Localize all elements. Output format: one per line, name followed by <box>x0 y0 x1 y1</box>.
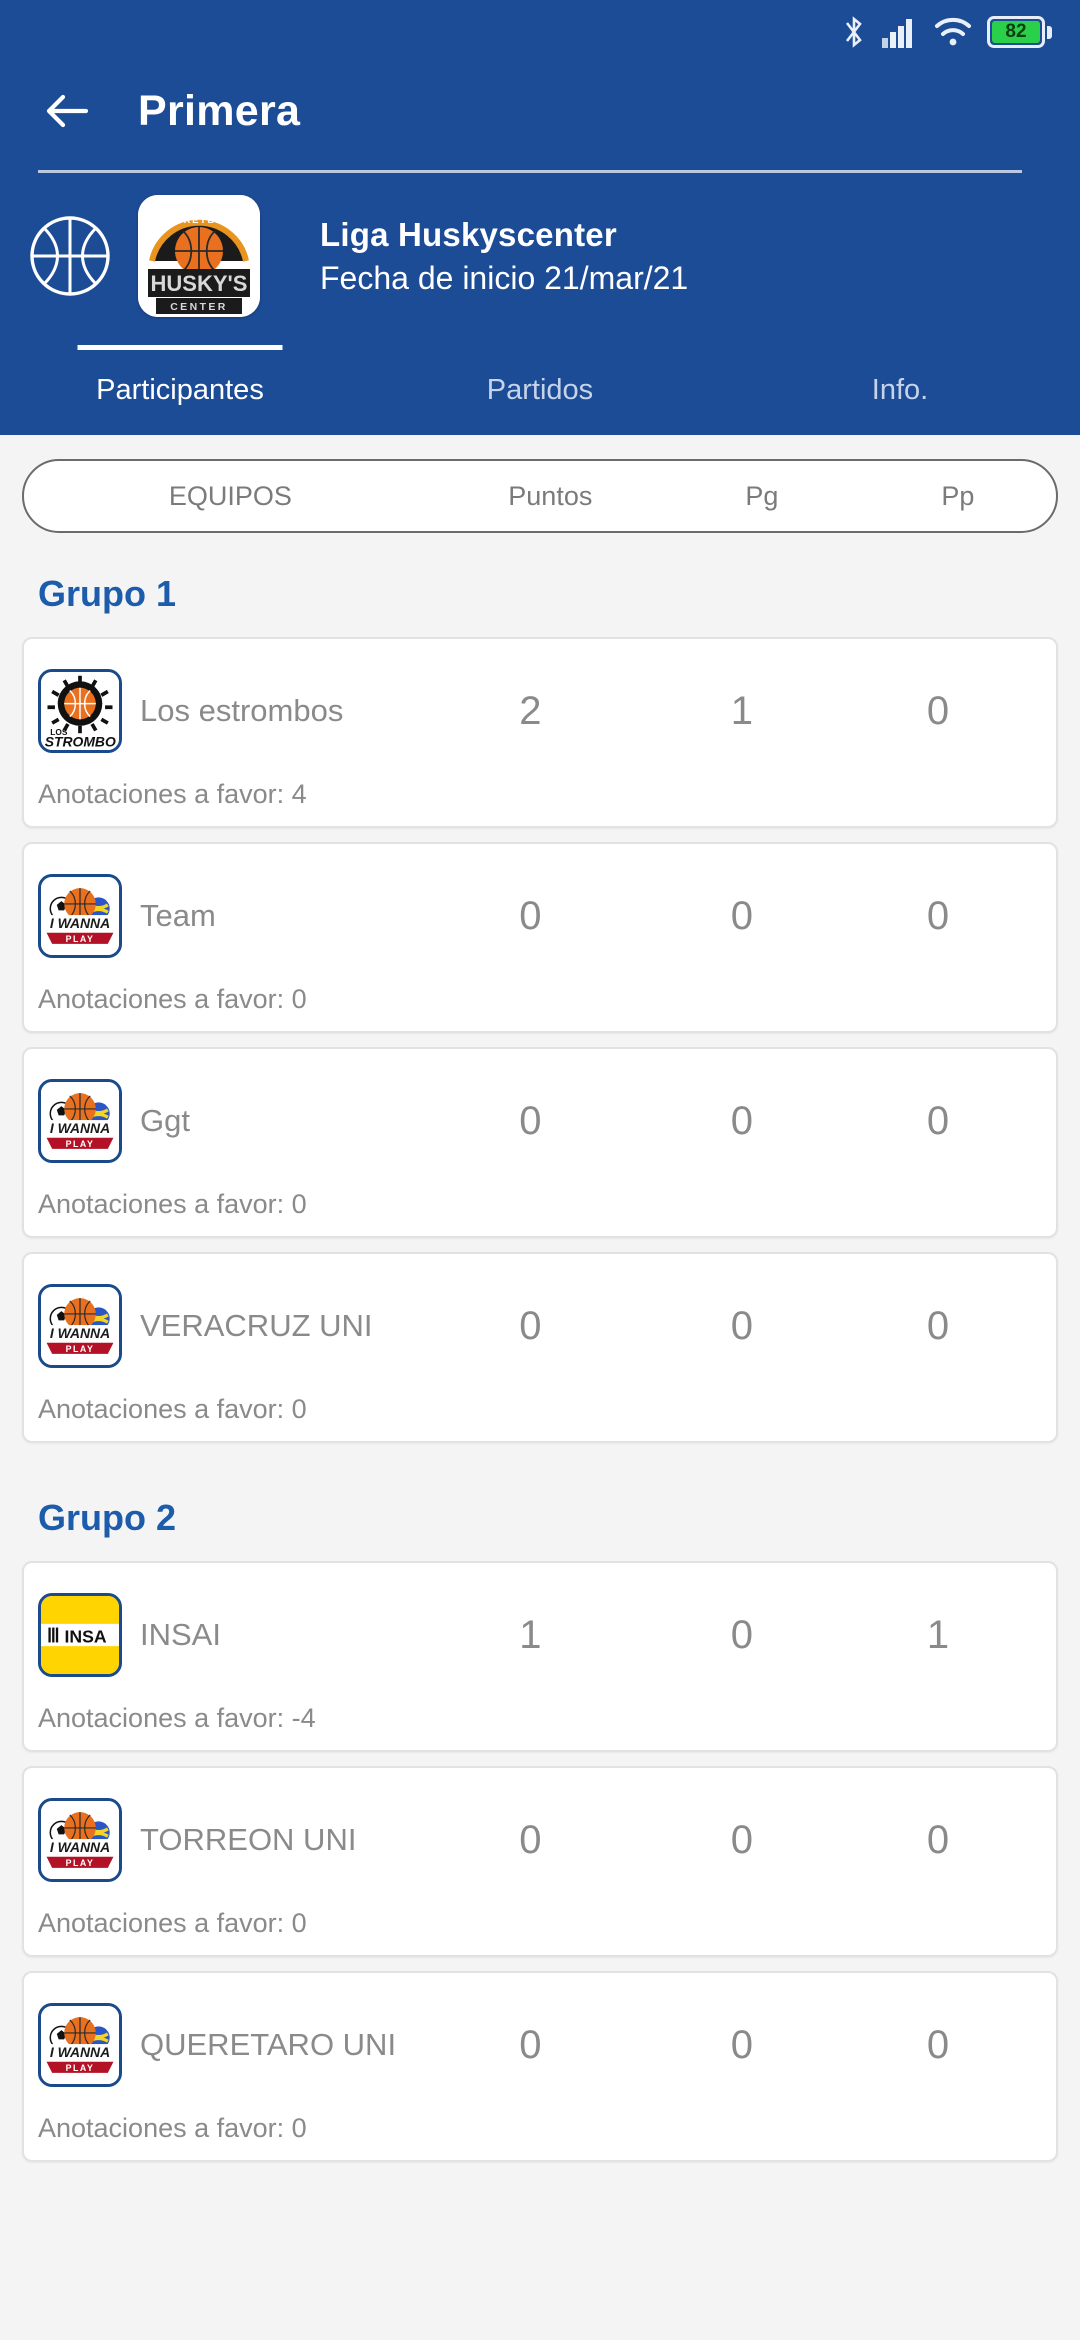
team-name: Team <box>140 897 216 933</box>
team-won: 0 <box>730 1817 753 1862</box>
team-name: Ggt <box>140 1102 190 1138</box>
team-lost: 0 <box>926 1098 950 1143</box>
column-header-bar: EQUIPOS Puntos Pg Pp <box>22 459 1058 533</box>
i-wanna-play-logo: I WANNA PLAY <box>38 1284 122 1368</box>
tab-info[interactable]: Info. <box>720 345 1080 435</box>
league-name: Liga Huskyscenter <box>320 215 617 253</box>
team-scored-for: Anotaciones a favor: 4 <box>38 779 307 809</box>
tab-bar: Participantes Partidos Info. <box>0 345 1080 435</box>
team-scored-for: Anotaciones a favor: 0 <box>38 1394 307 1424</box>
table-row[interactable]: I WANNA PLAY VERACRUZ UNI 0 0 0 Anotacio… <box>22 1252 1058 1443</box>
table-row[interactable]: INSA INSAI 1 0 1 Anotaciones a favor: -4 <box>22 1561 1058 1752</box>
svg-text:BASKETBALL: BASKETBALL <box>159 215 239 226</box>
tab-participantes[interactable]: Participantes <box>0 345 360 435</box>
team-points: 0 <box>519 893 542 938</box>
team-lost: 0 <box>926 2022 950 2067</box>
team-won: 0 <box>730 893 753 938</box>
team-name: INSAI <box>140 1616 221 1652</box>
los-strombos-logo: LOS STROMBO <box>38 669 122 753</box>
huskys-center-logo: BASKETBALL HUSKY'S CENTER <box>138 195 260 317</box>
team-won: 0 <box>730 1098 753 1143</box>
team-won: 0 <box>730 1303 753 1348</box>
table-row[interactable]: I WANNA PLAY Team 0 0 0 Anotaciones a fa… <box>22 842 1058 1033</box>
basketball-icon <box>28 214 112 298</box>
i-wanna-play-logo: I WANNA PLAY <box>38 2003 122 2087</box>
team-points: 2 <box>519 688 542 733</box>
team-points: 0 <box>519 1817 542 1862</box>
page-title: Primera <box>138 86 301 135</box>
team-won: 0 <box>730 1612 753 1657</box>
team-lost: 0 <box>926 1303 950 1348</box>
team-points: 0 <box>519 1098 542 1143</box>
i-wanna-play-logo: I WANNA PLAY <box>38 1798 122 1882</box>
team-name: TORREON UNI <box>140 1821 357 1857</box>
team-scored-for: Anotaciones a favor: -4 <box>38 1703 316 1733</box>
bluetooth-icon <box>841 14 867 50</box>
team-scored-for: Anotaciones a favor: 0 <box>38 1908 307 1938</box>
team-won: 1 <box>730 688 753 733</box>
table-row[interactable]: I WANNA PLAY QUERETARO UNI 0 0 0 Anotaci… <box>22 1971 1058 2162</box>
svg-text:PLAY: PLAY <box>66 2063 95 2073</box>
team-points: 1 <box>519 1612 542 1657</box>
team-points: 0 <box>519 2022 542 2067</box>
team-lost: 0 <box>926 1817 950 1862</box>
standings-content: EQUIPOS Puntos Pg Pp Grupo 1 LOS STROMBO… <box>0 459 1080 2162</box>
team-lost: 0 <box>926 893 950 938</box>
league-start-date: Fecha de inicio 21/mar/21 <box>320 259 689 296</box>
svg-text:PLAY: PLAY <box>66 1858 95 1868</box>
team-lost: 0 <box>926 688 950 733</box>
team-name: QUERETARO UNI <box>140 2026 397 2062</box>
wifi-icon <box>933 17 973 47</box>
team-won: 0 <box>730 2022 753 2067</box>
battery-icon: 82 <box>987 16 1052 48</box>
back-arrow-icon[interactable] <box>38 82 96 140</box>
svg-text:I WANNA: I WANNA <box>50 1325 110 1341</box>
svg-text:HUSKY'S: HUSKY'S <box>151 271 248 296</box>
column-header-won: Pg <box>745 480 779 511</box>
table-row[interactable]: I WANNA PLAY TORREON UNI 0 0 0 Anotacion… <box>22 1766 1058 1957</box>
table-row[interactable]: I WANNA PLAY Ggt 0 0 0 Anotaciones a fav… <box>22 1047 1058 1238</box>
team-scored-for: Anotaciones a favor: 0 <box>38 1189 307 1219</box>
team-name: VERACRUZ UNI <box>140 1307 373 1343</box>
status-bar: 82 <box>0 0 1080 64</box>
team-lost: 1 <box>926 1612 950 1657</box>
table-row[interactable]: LOS STROMBO Los estrombos 2 1 0 Anotacio… <box>22 637 1058 828</box>
svg-text:PLAY: PLAY <box>66 934 95 944</box>
svg-text:PLAY: PLAY <box>66 1139 95 1149</box>
svg-text:I WANNA: I WANNA <box>50 2044 110 2060</box>
battery-level: 82 <box>992 21 1040 43</box>
svg-text:CENTER: CENTER <box>170 301 228 313</box>
column-header-lost: Pp <box>941 480 975 511</box>
svg-text:PLAY: PLAY <box>66 1344 95 1354</box>
league-header: BASKETBALL HUSKY'S CENTER Liga Huskyscen… <box>0 173 1080 345</box>
team-scored-for: Anotaciones a favor: 0 <box>38 2113 307 2143</box>
app-bar: Primera BASKETBALL HUSKY'S CENTER Liga H… <box>0 64 1080 435</box>
cellular-signal-icon <box>881 16 919 48</box>
team-points: 0 <box>519 1303 542 1348</box>
svg-text:I WANNA: I WANNA <box>50 915 110 931</box>
svg-text:I WANNA: I WANNA <box>50 1120 110 1136</box>
insai-logo: INSA <box>38 1593 122 1677</box>
tab-partidos[interactable]: Partidos <box>360 345 720 435</box>
svg-text:I WANNA: I WANNA <box>50 1839 110 1855</box>
team-scored-for: Anotaciones a favor: 0 <box>38 984 307 1014</box>
column-header-points: Puntos <box>508 480 593 511</box>
team-name: Los estrombos <box>140 692 344 728</box>
group-title-2: Grupo 2 <box>38 1497 177 1538</box>
i-wanna-play-logo: I WANNA PLAY <box>38 874 122 958</box>
group-title-1: Grupo 1 <box>38 573 177 614</box>
column-header-team: EQUIPOS <box>168 480 292 511</box>
i-wanna-play-logo: I WANNA PLAY <box>38 1079 122 1163</box>
svg-text:STROMBO: STROMBO <box>45 733 116 749</box>
svg-text:INSA: INSA <box>65 1626 107 1646</box>
